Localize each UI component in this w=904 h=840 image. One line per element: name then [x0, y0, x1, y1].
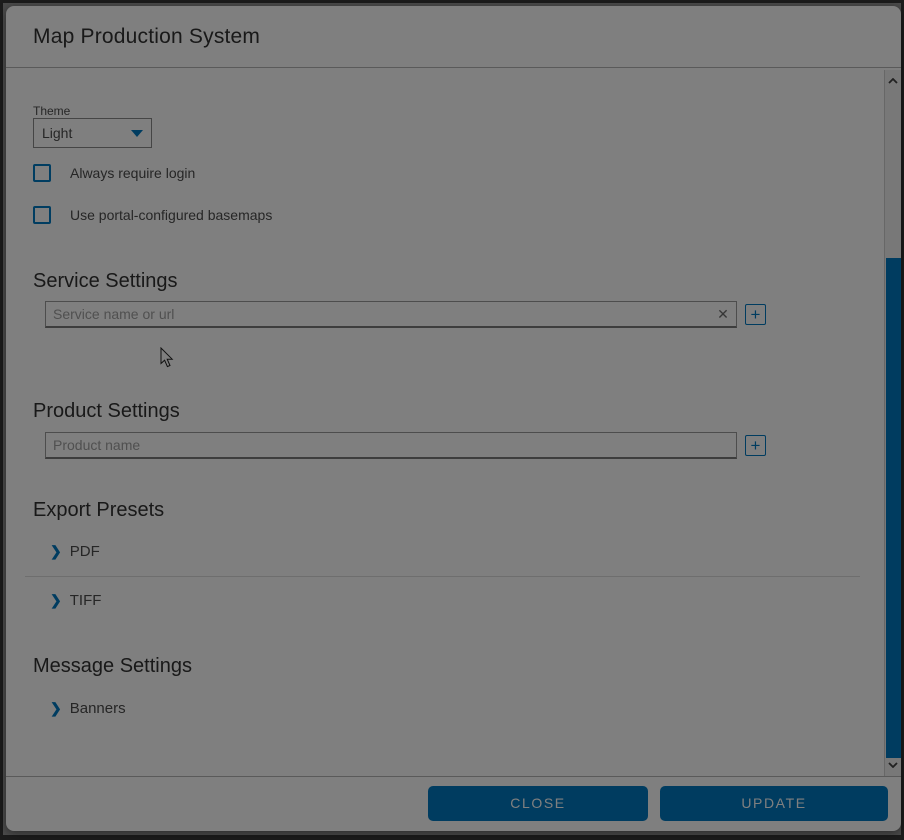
settings-scroll-area: Theme Light Always require login Use por… — [6, 68, 901, 776]
service-input-row: ✕ + — [45, 301, 901, 328]
export-preset-pdf-row[interactable]: ❯ PDF — [33, 542, 901, 560]
theme-select[interactable]: Light — [33, 118, 152, 148]
caret-down-icon — [131, 130, 143, 137]
theme-label: Theme — [33, 104, 152, 118]
expand-row-label: Banners — [70, 700, 126, 717]
always-require-login-row: Always require login — [33, 164, 901, 182]
chevron-right-icon: ❯ — [50, 591, 62, 609]
theme-selected-value: Light — [42, 125, 131, 141]
dialog-title: Map Production System — [33, 25, 901, 49]
checkbox-label: Always require login — [70, 165, 195, 181]
service-name-input[interactable] — [45, 301, 737, 328]
product-input-row: + — [45, 432, 901, 459]
divider — [25, 576, 860, 577]
update-button[interactable]: UPDATE — [660, 786, 888, 821]
close-button[interactable]: CLOSE — [428, 786, 648, 821]
vertical-scrollbar[interactable] — [884, 70, 901, 776]
banners-row[interactable]: ❯ Banners — [33, 699, 901, 717]
dialog-header: Map Production System — [6, 6, 901, 68]
add-service-button[interactable]: + — [745, 304, 766, 325]
dialog-footer: CLOSE UPDATE — [6, 776, 901, 829]
theme-field: Theme Light — [33, 104, 152, 148]
portal-basemaps-checkbox[interactable] — [33, 206, 51, 224]
add-product-button[interactable]: + — [745, 435, 766, 456]
product-settings-title: Product Settings — [33, 400, 901, 422]
export-presets-title: Export Presets — [33, 499, 901, 521]
export-preset-tiff-row[interactable]: ❯ TIFF — [33, 591, 901, 609]
scrollbar-thumb[interactable] — [886, 258, 901, 758]
message-settings-title: Message Settings — [33, 655, 901, 677]
x-icon[interactable]: ✕ — [715, 306, 731, 322]
chevron-right-icon: ❯ — [50, 699, 62, 717]
expand-row-label: TIFF — [70, 592, 102, 609]
service-settings-title: Service Settings — [33, 270, 901, 292]
portal-basemaps-row: Use portal-configured basemaps — [33, 206, 901, 224]
chevron-right-icon: ❯ — [50, 542, 62, 560]
product-input-wrap — [45, 432, 737, 459]
map-production-system-dialog: Map Production System Theme Light Always… — [6, 6, 901, 831]
plus-icon: + — [751, 437, 761, 455]
always-require-login-checkbox[interactable] — [33, 164, 51, 182]
chevron-down-icon[interactable] — [885, 756, 901, 774]
checkbox-label: Use portal-configured basemaps — [70, 207, 272, 223]
chevron-up-icon[interactable] — [885, 72, 901, 90]
service-input-wrap: ✕ — [45, 301, 737, 328]
product-name-input[interactable] — [45, 432, 737, 459]
expand-row-label: PDF — [70, 543, 100, 560]
plus-icon: + — [751, 306, 761, 324]
